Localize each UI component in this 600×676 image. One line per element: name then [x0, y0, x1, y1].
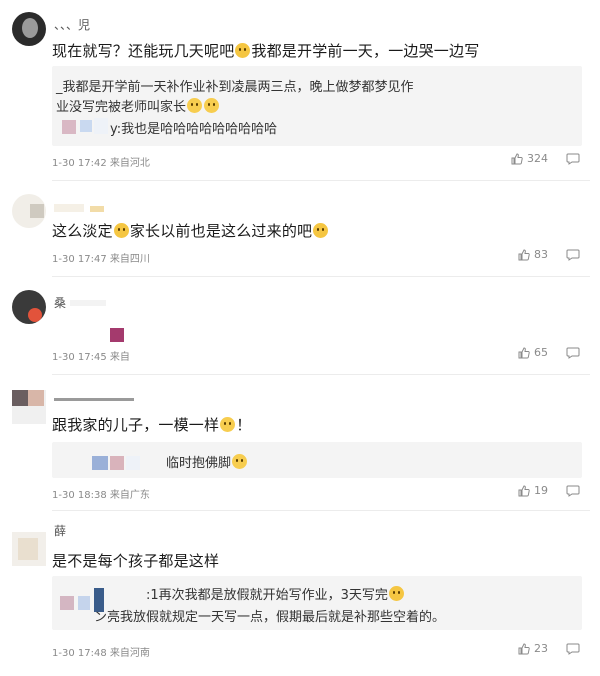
like-button[interactable]: 83: [518, 248, 548, 261]
reply-text: 业没写完被老师叫家长: [56, 100, 187, 115]
comment-meta: 1-30 17:48 来自河南: [52, 644, 150, 659]
comment-text-part: 是不是每个孩子都是这样: [52, 552, 220, 570]
reply-username[interactable]: :1再次: [146, 588, 185, 603]
location: 来自河南: [109, 648, 150, 659]
username[interactable]: 、、、児: [54, 16, 90, 33]
comment-icon[interactable]: [566, 347, 580, 359]
comment-text: 跟我家的儿子，一模一样 ！: [52, 414, 251, 435]
reply-text: 我放假就规定一天写一点，假期最后就是补那些空着的。: [120, 610, 446, 625]
comment-text-part: 现在就写？还能玩几天呢吧: [52, 42, 235, 60]
comment-text-part: 家长以前也是这么过来的吧: [129, 222, 313, 240]
comment-item-1: 、、、児 现在就写？还能玩几天呢吧 我都是开学前一天，一边哭一边写 _我都是开学前…: [0, 0, 600, 178]
comment-meta: 1-30 17:45 来自: [52, 348, 130, 363]
emoji-icon: [113, 223, 129, 238]
avatar[interactable]: [12, 390, 46, 424]
reply-item: 业没写完被老师叫家长: [56, 96, 220, 115]
timestamp: 1-30 17:45: [52, 352, 107, 363]
reply-item[interactable]: y:我也是哈哈哈哈哈哈哈哈哈: [110, 118, 277, 137]
avatar[interactable]: [12, 532, 46, 566]
comment-text: 是不是每个孩子都是这样: [52, 550, 219, 571]
comment-icon[interactable]: [566, 249, 580, 261]
location: 来自: [109, 352, 130, 363]
reply-box: :1再次我都是放假就开始写作业，3天写完 ン亮我放假就规定一天写一点，假期最后就…: [52, 576, 582, 630]
avatar[interactable]: [12, 194, 46, 228]
location: 来自四川: [109, 254, 150, 265]
reply-item[interactable]: 临时抱佛脚: [166, 452, 248, 471]
reply-box: _我都是开学前一天补作业补到凌晨两三点，晚上做梦都梦见作 业没写完被老师叫家长 …: [52, 66, 582, 146]
location: 来自河北: [109, 158, 150, 169]
like-button[interactable]: 65: [518, 346, 548, 359]
timestamp: 1-30 17:48: [52, 648, 107, 659]
reply-username[interactable]: y:: [110, 122, 121, 137]
comment-item-4: 跟我家的儿子，一模一样 ！ 临时抱佛脚 1-30 18:38 来自广东 19: [0, 374, 600, 506]
username[interactable]: 薛: [54, 522, 66, 539]
emoji-icon: [187, 98, 203, 113]
timestamp: 1-30 17:47: [52, 254, 107, 265]
comment-icon[interactable]: [566, 643, 580, 655]
comment-icon[interactable]: [566, 153, 580, 165]
comment-text-part: 跟我家的儿子，一模一样: [52, 416, 220, 434]
comment-item-3: 桑 1-30 17:45 来自 65: [0, 276, 600, 372]
avatar[interactable]: [12, 290, 46, 324]
reply-box: 临时抱佛脚: [52, 442, 582, 478]
reply-text: 临时抱佛脚: [166, 456, 232, 471]
like-count: 324: [527, 152, 548, 165]
username-blur: [54, 200, 114, 214]
like-count: 65: [534, 346, 548, 359]
thumbs-up-icon: [518, 346, 530, 358]
like-button[interactable]: 19: [518, 484, 548, 497]
username-blur: [54, 394, 154, 404]
emoji-icon: [220, 417, 236, 432]
timestamp: 1-30 18:38: [52, 490, 107, 501]
reply-text: 我都是开学前一天补作业补到凌晨两三点，晚上做梦都梦见作: [62, 80, 414, 95]
comment-icon[interactable]: [566, 485, 580, 497]
comment-meta: 1-30 17:42 来自河北: [52, 154, 150, 169]
thumbs-up-icon: [518, 642, 530, 654]
thumbs-up-icon: [511, 152, 523, 164]
reply-text: 我也是哈哈哈哈哈哈哈哈哈: [121, 122, 278, 137]
reply-username[interactable]: ン亮: [94, 610, 120, 625]
emoji-icon: [204, 98, 220, 113]
comment-text-part: 这么淡定: [52, 222, 113, 240]
reply-text: 我都是放假就开始写作业，3天写完: [184, 588, 388, 603]
thumbs-up-icon: [518, 484, 530, 496]
thumbs-up-icon: [518, 248, 530, 260]
content-blur: [70, 296, 110, 310]
avatar[interactable]: [12, 12, 46, 46]
comment-meta: 1-30 17:47 来自四川: [52, 250, 150, 265]
like-count: 83: [534, 248, 548, 261]
reply-item[interactable]: _我都是开学前一天补作业补到凌晨两三点，晚上做梦都梦见作: [56, 76, 414, 95]
like-count: 23: [534, 642, 548, 655]
emoji-icon: [388, 586, 404, 601]
comment-item-2: 这么淡定 家长以前也是这么过来的吧 1-30 17:47 来自四川 83: [0, 180, 600, 272]
timestamp: 1-30 17:42: [52, 158, 107, 169]
like-button[interactable]: 23: [518, 642, 548, 655]
comment-meta: 1-30 18:38 来自广东: [52, 486, 150, 501]
username[interactable]: 桑: [54, 294, 66, 311]
comment-text: 这么淡定 家长以前也是这么过来的吧: [52, 220, 329, 241]
comment-text-part: ！: [236, 416, 252, 434]
emoji-icon: [313, 223, 329, 238]
comment-item-5: 薛 是不是每个孩子都是这样 :1再次我都是放假就开始写作业，3天写完 ン亮我放假…: [0, 510, 600, 676]
comment-text-part: 我都是开学前一天，一边哭一边写: [251, 42, 480, 60]
emoji-icon: [232, 454, 248, 469]
reply-item[interactable]: ン亮我放假就规定一天写一点，假期最后就是补那些空着的。: [94, 606, 445, 625]
comment-text: 现在就写？还能玩几天呢吧 我都是开学前一天，一边哭一边写: [52, 40, 479, 61]
reply-avatar-blur: [92, 454, 162, 472]
like-count: 19: [534, 484, 548, 497]
content-blur: [110, 328, 128, 346]
like-button[interactable]: 324: [511, 152, 548, 165]
location: 来自广东: [109, 490, 150, 501]
emoji-icon: [235, 43, 251, 58]
reply-item[interactable]: :1再次我都是放假就开始写作业，3天写完: [146, 584, 405, 603]
